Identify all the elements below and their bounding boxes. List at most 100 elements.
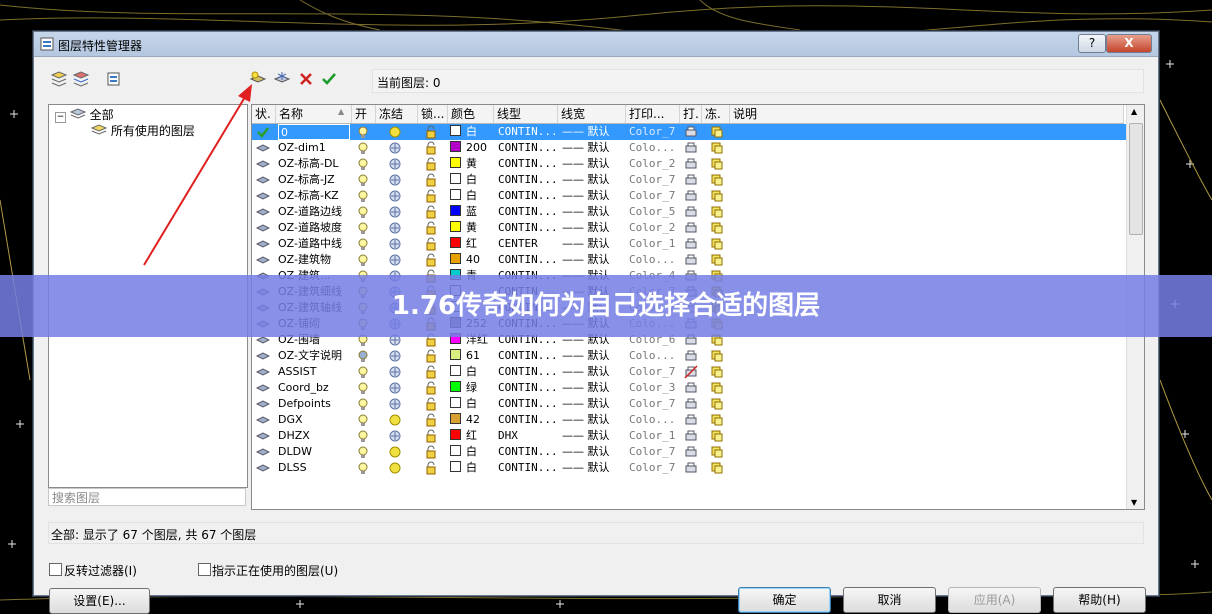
plot-printer-icon[interactable] — [684, 173, 698, 187]
freeze-snowflake-icon[interactable] — [388, 253, 402, 267]
layer-lineweight[interactable]: —— 默认 — [562, 156, 626, 172]
layer-name[interactable]: DGX — [278, 412, 350, 428]
vp-freeze-icon[interactable] — [710, 253, 724, 267]
new-vp-frozen-layer-icon[interactable] — [272, 70, 292, 88]
vp-freeze-icon[interactable] — [710, 189, 724, 203]
help-title-button[interactable]: ? — [1078, 34, 1106, 53]
layer-status-icon[interactable] — [255, 381, 271, 395]
layer-name[interactable]: OZ-标高-JZ — [278, 172, 350, 188]
layer-color[interactable]: 白 — [450, 188, 494, 204]
layer-plot-style[interactable]: Color_7 — [629, 364, 679, 380]
layer-on-bulb-icon[interactable] — [356, 413, 370, 427]
layer-states-manager-icon[interactable] — [104, 70, 124, 88]
layer-color[interactable]: 蓝 — [450, 204, 494, 220]
freeze-snowflake-icon[interactable] — [388, 237, 402, 251]
collapse-toggle-icon[interactable]: − — [55, 112, 66, 123]
col-linetype-header[interactable]: 线型 — [494, 105, 558, 123]
settings-button[interactable]: 设置(E)... — [49, 588, 150, 614]
col-color-header[interactable]: 颜色 — [448, 105, 494, 123]
layer-name[interactable]: OZ-道路中线 — [278, 236, 350, 252]
layer-plot-style[interactable]: Colo... — [629, 252, 679, 268]
col-vpfreeze-header[interactable]: 冻. — [702, 105, 730, 123]
layer-lineweight[interactable]: —— 默认 — [562, 396, 626, 412]
vp-freeze-icon[interactable] — [710, 365, 724, 379]
layer-on-bulb-icon[interactable] — [356, 253, 370, 267]
layer-linetype[interactable]: CENTER — [498, 236, 558, 252]
plot-printer-icon[interactable] — [684, 397, 698, 411]
layer-color[interactable]: 61 — [450, 348, 494, 364]
layer-plot-style[interactable]: Color_1 — [629, 428, 679, 444]
layer-on-bulb-icon[interactable] — [356, 461, 370, 475]
layer-status-icon[interactable] — [255, 413, 271, 427]
freeze-snowflake-icon[interactable] — [388, 429, 402, 443]
col-lineweight-header[interactable]: 线宽 — [558, 105, 626, 123]
layer-plot-style[interactable]: Color_2 — [629, 220, 679, 236]
lock-icon[interactable] — [424, 173, 438, 187]
layer-row[interactable]: OZ-标高-DL 黄 CONTIN... —— 默认 Color_2 — [252, 156, 1126, 172]
lock-icon[interactable] — [424, 429, 438, 443]
vp-freeze-icon[interactable] — [710, 173, 724, 187]
cancel-button[interactable]: 取消 — [843, 587, 936, 613]
indicate-in-use-checkbox[interactable] — [198, 563, 211, 576]
layer-plot-style[interactable]: Color_7 — [629, 396, 679, 412]
set-current-icon[interactable] — [319, 70, 339, 88]
layer-row[interactable]: OZ-dim1 200 CONTIN... —— 默认 Colo... — [252, 140, 1126, 156]
lock-icon[interactable] — [424, 141, 438, 155]
layer-lineweight[interactable]: —— 默认 — [562, 188, 626, 204]
lock-icon[interactable] — [424, 461, 438, 475]
layer-row[interactable]: ASSIST 白 CONTIN... —— 默认 Color_7 — [252, 364, 1126, 380]
layer-linetype[interactable]: CONTIN... — [498, 188, 558, 204]
plot-printer-icon[interactable] — [684, 205, 698, 219]
layer-name[interactable]: OZ-标高-KZ — [278, 188, 350, 204]
vp-freeze-icon[interactable] — [710, 221, 724, 235]
plot-printer-icon[interactable] — [684, 125, 698, 139]
vp-freeze-icon[interactable] — [710, 461, 724, 475]
thaw-sun-icon[interactable] — [388, 413, 402, 427]
freeze-snowflake-icon[interactable] — [388, 189, 402, 203]
col-on-header[interactable]: 开 — [352, 105, 376, 123]
layer-linetype[interactable]: CONTIN... — [498, 460, 558, 476]
layer-color[interactable]: 绿 — [450, 380, 494, 396]
lock-icon[interactable] — [424, 157, 438, 171]
layer-row[interactable]: DHZX 红 DHX —— 默认 Color_1 — [252, 428, 1126, 444]
layer-row[interactable]: OZ-道路坡度 黄 CONTIN... —— 默认 Color_2 — [252, 220, 1126, 236]
vp-freeze-icon[interactable] — [710, 445, 724, 459]
layer-name[interactable]: DLSS — [278, 460, 350, 476]
layer-on-bulb-icon[interactable] — [356, 429, 370, 443]
layer-color[interactable]: 黄 — [450, 220, 494, 236]
lock-icon[interactable] — [424, 125, 438, 139]
freeze-snowflake-icon[interactable] — [388, 221, 402, 235]
freeze-snowflake-icon[interactable] — [388, 173, 402, 187]
freeze-snowflake-icon[interactable] — [388, 365, 402, 379]
vp-freeze-icon[interactable] — [710, 429, 724, 443]
vp-freeze-icon[interactable] — [710, 141, 724, 155]
layer-plot-style[interactable]: Color_5 — [629, 204, 679, 220]
no-plot-printer-icon[interactable] — [684, 365, 698, 379]
layer-lineweight[interactable]: —— 默认 — [562, 220, 626, 236]
col-plotstyle-header[interactable]: 打印... — [626, 105, 680, 123]
lock-icon[interactable] — [424, 381, 438, 395]
thaw-sun-icon[interactable] — [388, 461, 402, 475]
layer-on-bulb-icon[interactable] — [356, 141, 370, 155]
layer-linetype[interactable]: CONTIN... — [498, 364, 558, 380]
layer-name[interactable]: OZ-道路坡度 — [278, 220, 350, 236]
layer-on-bulb-icon[interactable] — [356, 445, 370, 459]
layer-lineweight[interactable]: —— 默认 — [562, 380, 626, 396]
layer-name[interactable]: OZ-dim1 — [278, 140, 350, 156]
lock-icon[interactable] — [424, 221, 438, 235]
layer-on-bulb-icon[interactable] — [356, 397, 370, 411]
layer-linetype[interactable]: CONTIN... — [498, 252, 558, 268]
layer-linetype[interactable]: CONTIN... — [498, 412, 558, 428]
layer-row[interactable]: Coord_bz 绿 CONTIN... —— 默认 Color_3 — [252, 380, 1126, 396]
layer-linetype[interactable]: CONTIN... — [498, 348, 558, 364]
col-lock-header[interactable]: 锁... — [418, 105, 448, 123]
layer-lineweight[interactable]: —— 默认 — [562, 444, 626, 460]
layer-linetype[interactable]: CONTIN... — [498, 380, 558, 396]
freeze-snowflake-icon[interactable] — [388, 381, 402, 395]
plot-printer-icon[interactable] — [684, 141, 698, 155]
layer-lineweight[interactable]: —— 默认 — [562, 348, 626, 364]
plot-printer-icon[interactable] — [684, 157, 698, 171]
layer-row[interactable]: OZ-道路中线 红 CENTER —— 默认 Color_1 — [252, 236, 1126, 252]
layer-plot-style[interactable]: Color_2 — [629, 156, 679, 172]
plot-printer-icon[interactable] — [684, 237, 698, 251]
